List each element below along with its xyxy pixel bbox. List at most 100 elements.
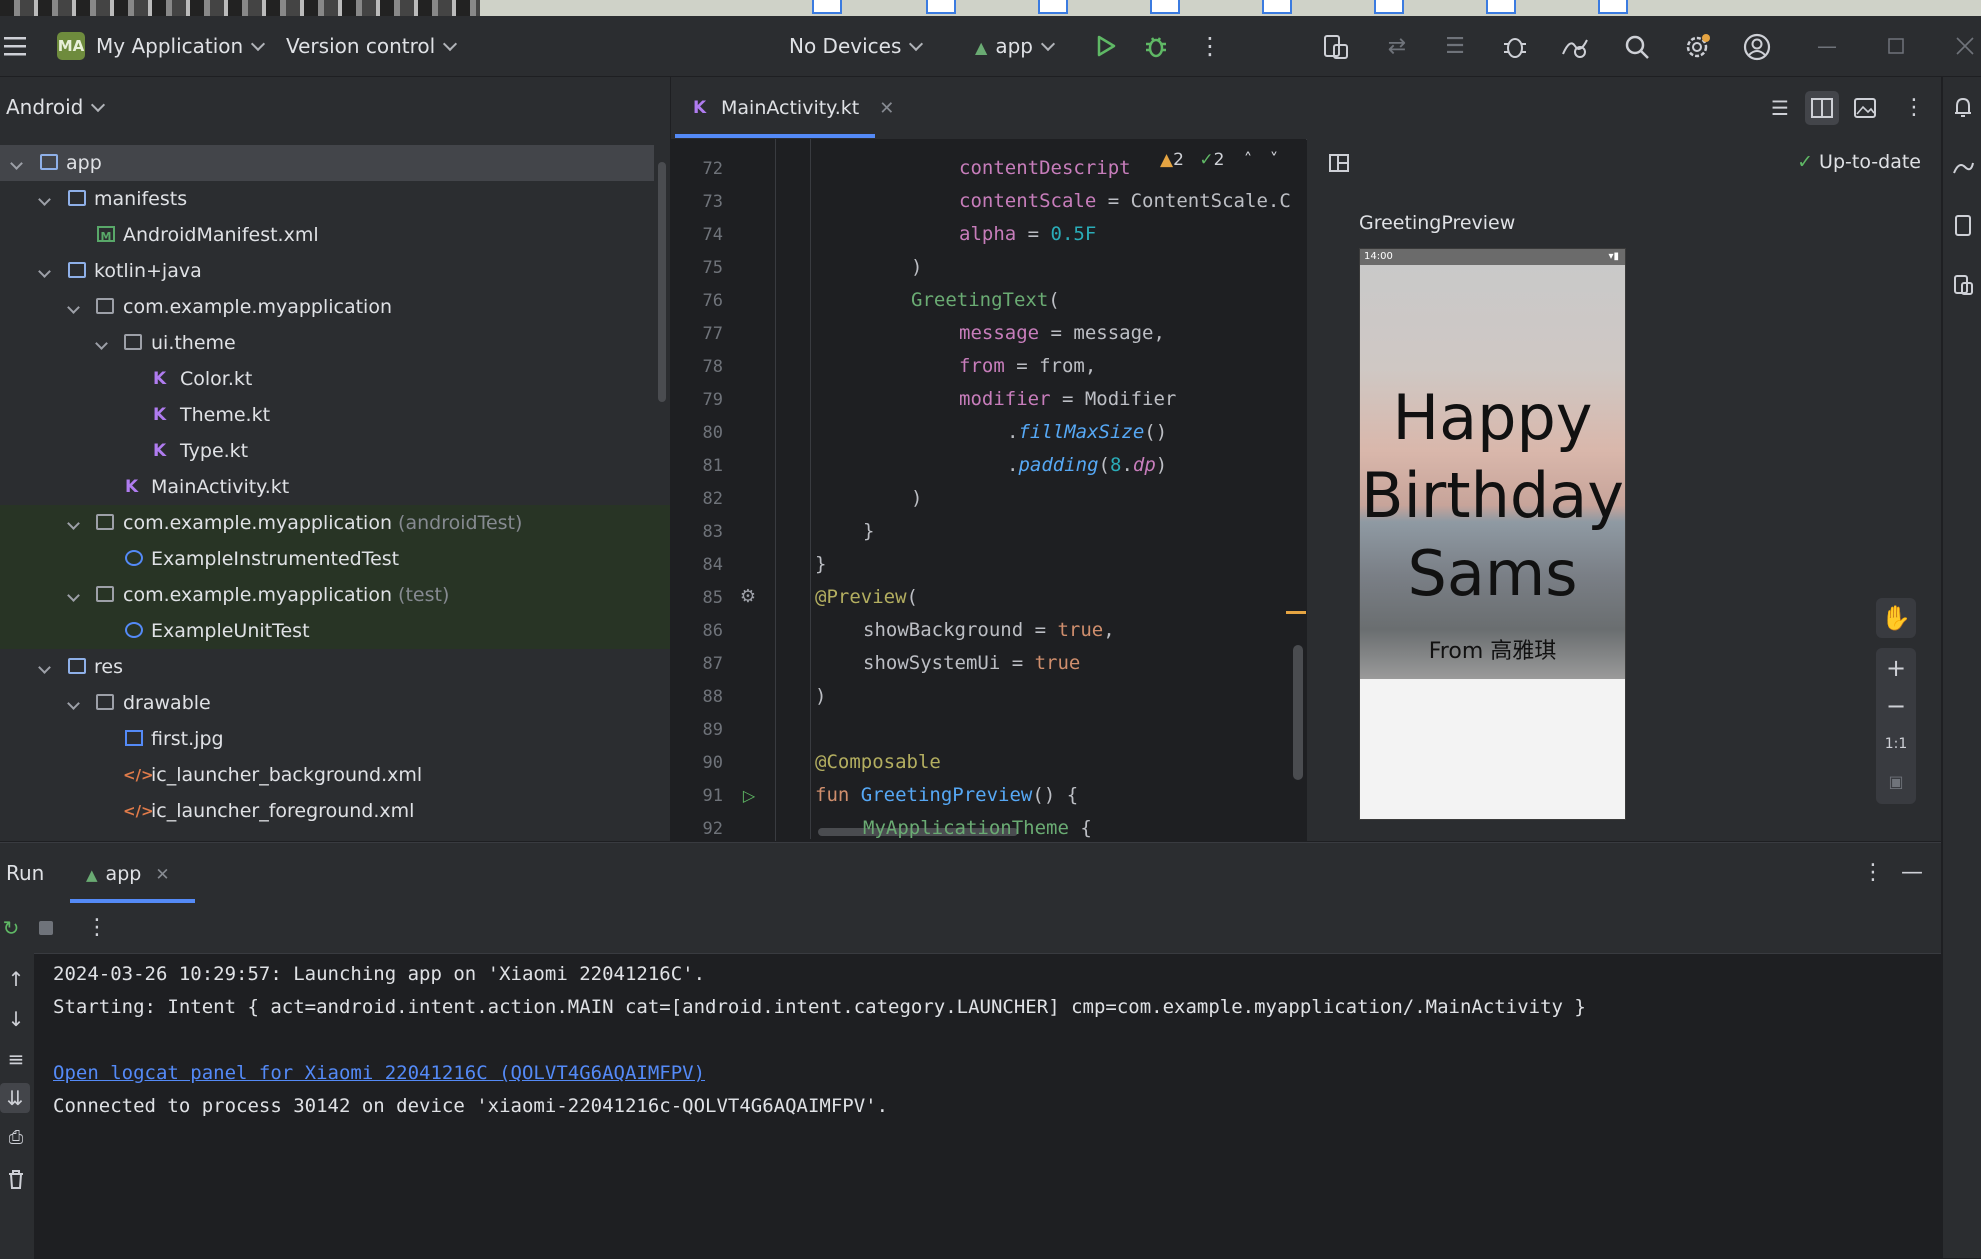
device-selector[interactable]: No Devices <box>789 16 924 76</box>
tree-item-type-kt[interactable]: K Type.kt <box>0 433 670 469</box>
close-tab-icon[interactable]: ✕ <box>155 865 169 885</box>
gutter-divider <box>775 139 776 841</box>
zoom-out-icon[interactable]: − <box>1876 686 1916 726</box>
zoom-in-icon[interactable]: + <box>1876 648 1916 688</box>
zoom-fit-icon[interactable]: ▣ <box>1876 762 1916 802</box>
gear-icon[interactable]: ⚙ <box>737 586 759 608</box>
tree-item-manifests[interactable]: manifests <box>0 181 670 217</box>
tab-mainactivity[interactable]: K MainActivity.kt ✕ <box>691 77 894 139</box>
code-view-icon[interactable]: ☰ <box>1767 95 1793 121</box>
tree-item-android-manifest[interactable]: M AndroidManifest.xml <box>0 217 670 253</box>
tree-item-res[interactable]: res <box>0 649 670 685</box>
run-config-selector[interactable]: ▲ app <box>975 16 1056 76</box>
translate-icon[interactable]: ⇄ <box>1382 32 1412 62</box>
android-icon: ▲ <box>86 866 98 884</box>
tree-item-label: Type.kt <box>180 440 249 462</box>
project-scrollbar[interactable] <box>658 162 666 402</box>
code-token: GreetingPreview <box>860 784 1033 806</box>
editor-more-icon[interactable]: ⋮ <box>1903 94 1925 122</box>
running-devices-icon[interactable] <box>1951 273 1975 297</box>
pan-icon[interactable]: ✋ <box>1876 598 1916 638</box>
tree-item-first-jpg[interactable]: first.jpg <box>0 721 670 757</box>
run-config-label: app <box>995 34 1033 58</box>
tree-item-color-kt[interactable]: K Color.kt <box>0 361 670 397</box>
preview-layout-icon[interactable] <box>1327 151 1353 177</box>
code-token: contentDescript <box>959 157 1131 179</box>
more-actions-icon[interactable]: ⋮ <box>1198 32 1222 60</box>
scroll-up-icon[interactable]: ↑ <box>4 967 28 991</box>
vcs-menu[interactable]: Version control <box>286 16 458 76</box>
scroll-to-end-icon[interactable]: ⇊ <box>0 1083 30 1113</box>
debug-icon[interactable] <box>1143 33 1169 59</box>
kotlin-file-icon: K <box>153 369 167 389</box>
tree-item-package-androidtest[interactable]: com.example.myapplication (androidTest) <box>0 505 670 541</box>
tree-item-package-main[interactable]: com.example.myapplication <box>0 289 670 325</box>
tree-item-theme-kt[interactable]: K Theme.kt <box>0 397 670 433</box>
zoom-controls: + − 1:1 ▣ <box>1876 648 1916 804</box>
design-view-icon[interactable] <box>1851 94 1879 122</box>
device-manager-icon[interactable] <box>1321 32 1351 62</box>
phone-time: 14:00 <box>1364 251 1393 262</box>
run-toolbar: ↻ ⋮ <box>0 903 1941 954</box>
search-icon[interactable] <box>1622 32 1652 62</box>
line-number: 77 <box>702 324 723 344</box>
code-token: Modifier <box>1084 388 1177 410</box>
notifications-icon[interactable] <box>1951 95 1975 119</box>
attach-debugger-icon[interactable] <box>1500 32 1530 62</box>
tree-item-example-unit-test[interactable]: ExampleUnitTest <box>0 613 670 649</box>
chevron-down-icon <box>67 517 80 530</box>
profiler-icon[interactable] <box>1560 32 1590 62</box>
gradle-icon[interactable] <box>1951 155 1975 179</box>
line-number: 92 <box>702 819 723 839</box>
tree-item-kotlin-java[interactable]: kotlin+java <box>0 253 670 289</box>
line-number: 87 <box>702 654 723 674</box>
settings-icon[interactable] <box>1682 32 1712 62</box>
device-explorer-icon[interactable] <box>1951 213 1975 237</box>
code-token: } <box>863 520 875 542</box>
line-number: 79 <box>702 390 723 410</box>
account-icon[interactable] <box>1742 32 1772 62</box>
tree-item-drawable[interactable]: drawable <box>0 685 670 721</box>
tree-item-mainactivity-kt[interactable]: K MainActivity.kt <box>0 469 670 505</box>
soft-wrap-icon[interactable]: ≡ <box>4 1047 28 1071</box>
taskbar-icon <box>1262 0 1292 14</box>
run-preview-gutter-icon[interactable]: ▷ <box>737 784 761 808</box>
kotlin-file-icon: K <box>693 98 707 118</box>
close-window-icon[interactable] <box>1953 34 1977 58</box>
chevron-down-icon <box>38 265 51 278</box>
logcat-link[interactable]: Open logcat panel for Xiaomi 22041216C (… <box>53 1062 705 1084</box>
run-more-icon[interactable]: ⋮ <box>1862 859 1884 887</box>
tab-label: MainActivity.kt <box>721 97 860 119</box>
tree-item-example-instrumented-test[interactable]: ExampleInstrumentedTest <box>0 541 670 577</box>
close-tab-icon[interactable]: ✕ <box>879 98 894 119</box>
run-toolbar-more-icon[interactable]: ⋮ <box>86 914 108 942</box>
phone-preview[interactable]: 14:00 ▾▮ Happy Birthday Sams From 高雅琪 <box>1359 248 1626 820</box>
clear-all-icon[interactable] <box>4 1167 28 1191</box>
scroll-down-icon[interactable]: ↓ <box>4 1007 28 1031</box>
project-panel: Android app manifests M AndroidManifest.… <box>0 77 670 841</box>
tree-item-ic-launcher-foreground[interactable]: </> ic_launcher_foreground.xml <box>0 793 670 829</box>
tree-item-ui-theme[interactable]: ui.theme <box>0 325 670 361</box>
tree-item-app[interactable]: app <box>0 145 654 181</box>
xml-file-icon: </> <box>123 802 154 820</box>
project-view-selector[interactable]: Android <box>6 95 106 119</box>
run-icon[interactable] <box>1094 34 1118 58</box>
split-view-icon[interactable] <box>1805 91 1839 125</box>
line-number: 80 <box>702 423 723 443</box>
print-icon[interactable]: ⎙ <box>4 1127 28 1151</box>
zoom-reset-button[interactable]: 1:1 <box>1876 724 1916 764</box>
chevron-down-icon <box>91 97 106 113</box>
tree-item-ic-launcher-background[interactable]: </> ic_launcher_background.xml <box>0 757 670 793</box>
tree-item-package-test[interactable]: com.example.myapplication (test) <box>0 577 670 613</box>
format-icon[interactable]: ☰ <box>1440 32 1470 62</box>
console-line: 2024-03-26 10:29:57: Launching app on 'X… <box>53 963 706 985</box>
rerun-icon[interactable]: ↻ <box>0 915 22 941</box>
stop-icon[interactable] <box>36 918 56 938</box>
minimize-icon[interactable]: — <box>1816 34 1838 58</box>
preview-status-text: Up-to-date <box>1819 151 1921 173</box>
maximize-icon[interactable] <box>1886 36 1906 56</box>
project-selector[interactable]: My Application <box>96 16 266 76</box>
hamburger-menu-icon[interactable] <box>2 34 28 58</box>
hide-panel-icon[interactable]: — <box>1900 859 1924 887</box>
run-tab-app[interactable]: ▲ app ✕ <box>70 843 195 903</box>
